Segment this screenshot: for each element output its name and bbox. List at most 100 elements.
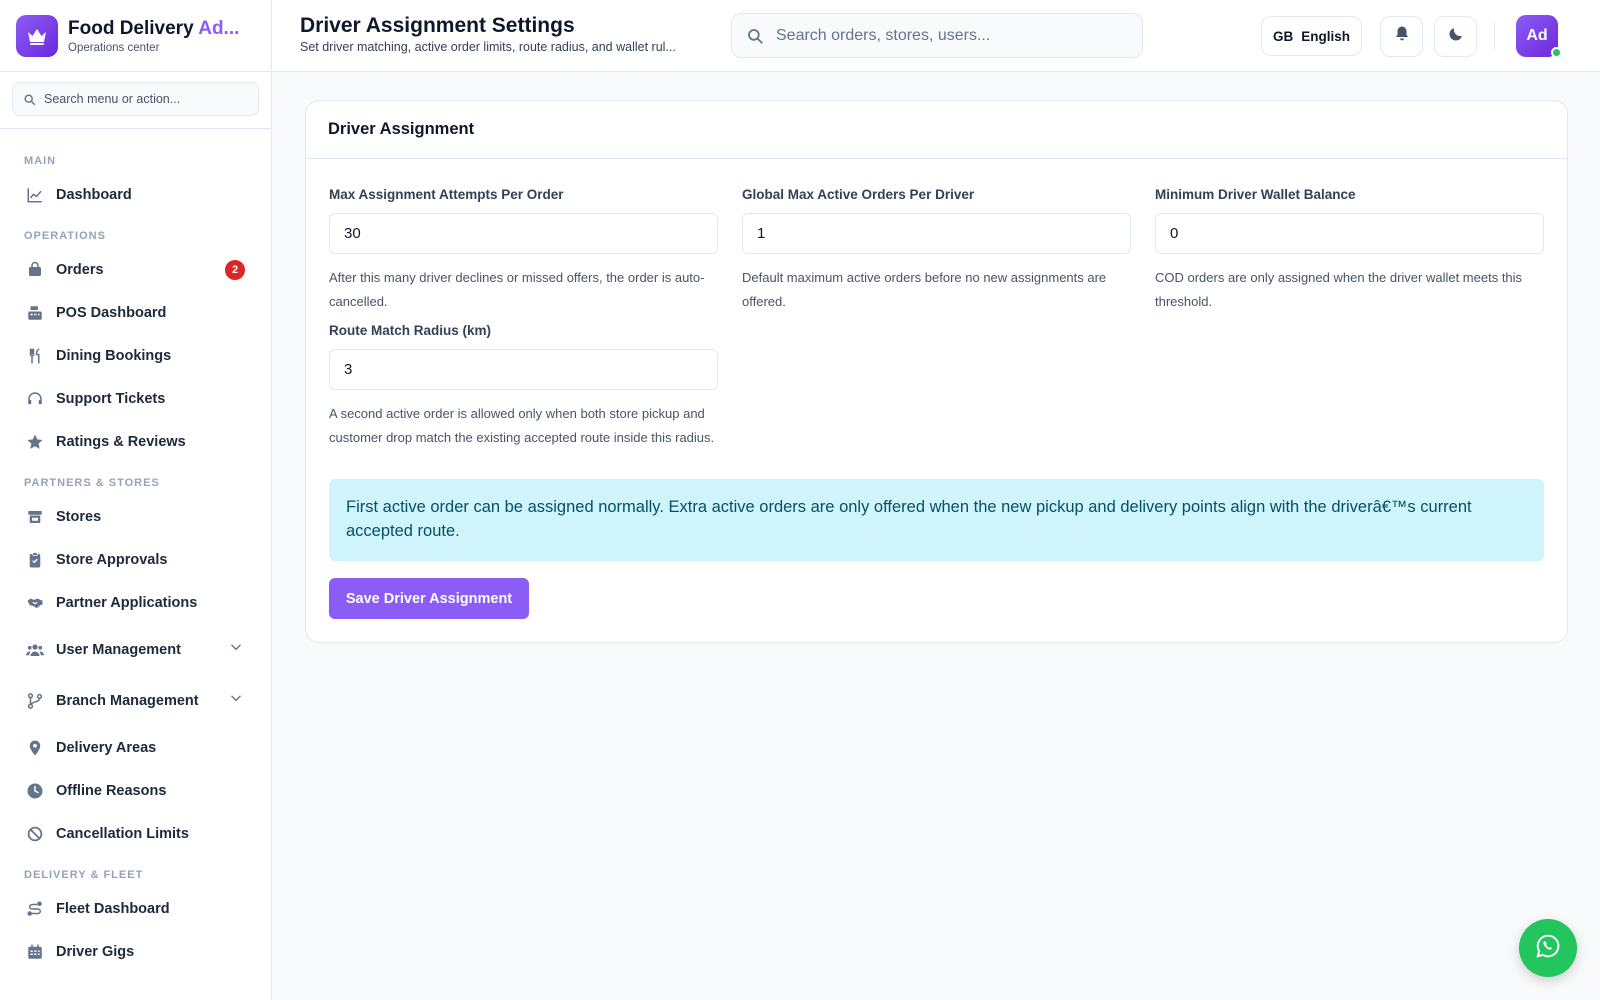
info-alert: First active order can be assigned norma… xyxy=(329,479,1544,561)
field-max-attempts: Max Assignment Attempts Per Order After … xyxy=(329,187,718,314)
card-title: Driver Assignment xyxy=(306,101,1567,159)
language-code: GB xyxy=(1272,28,1294,44)
brand[interactable]: Food Delivery Ad... Operations center xyxy=(0,0,271,72)
sidebar-item-label: Delivery Areas xyxy=(56,739,157,756)
top-header: Driver Assignment Settings Set driver ma… xyxy=(272,0,1600,72)
sidebar-item-delivery-areas[interactable]: Delivery Areas xyxy=(0,726,271,769)
moon-icon xyxy=(1447,25,1465,48)
language-selector[interactable]: GB English xyxy=(1261,16,1362,56)
chevron-down-icon xyxy=(229,691,243,710)
whatsapp-icon xyxy=(1535,933,1561,964)
crown-icon xyxy=(16,14,58,57)
sidebar-item-label: Branch Management xyxy=(56,692,199,709)
sidebar-item-label: Dashboard xyxy=(56,186,132,203)
sidebar-item-orders[interactable]: Orders 2 xyxy=(0,248,271,291)
sidebar-item-label: Support Tickets xyxy=(56,390,166,407)
brand-title: Food Delivery Ad... xyxy=(68,18,248,40)
sidebar-item-label: Dining Bookings xyxy=(56,347,172,364)
sidebar-item-label: User Management xyxy=(56,641,181,658)
field-route-radius: Route Match Radius (km) A second active … xyxy=(329,323,718,450)
field-label: Max Assignment Attempts Per Order xyxy=(329,187,564,202)
min-wallet-balance-input[interactable] xyxy=(1155,213,1544,254)
field-label: Route Match Radius (km) xyxy=(329,323,492,338)
section-label-main: MAIN xyxy=(24,155,57,167)
bell-icon xyxy=(1393,25,1411,48)
field-label: Global Max Active Orders Per Driver xyxy=(742,187,975,202)
sidebar-item-store-approvals[interactable]: Store Approvals xyxy=(0,538,271,581)
orders-count-badge: 2 xyxy=(225,259,245,280)
driver-assignment-card: Driver Assignment Max Assignment Attempt… xyxy=(305,100,1568,643)
field-help: COD orders are only assigned when the dr… xyxy=(1155,270,1523,309)
sidebar-item-user-management[interactable]: User Management xyxy=(0,624,271,675)
save-driver-assignment-button[interactable]: Save Driver Assignment xyxy=(329,578,529,619)
field-help: Default maximum active orders before no … xyxy=(742,270,1107,309)
sidebar-nav: MAIN Dashboard OPERATIONS Orders 2 POS D… xyxy=(0,129,271,973)
sidebar-item-driver-gigs[interactable]: Driver Gigs xyxy=(0,930,271,973)
sidebar-item-label: POS Dashboard xyxy=(56,304,167,321)
ban-icon xyxy=(26,825,44,843)
store-icon xyxy=(26,508,44,526)
search-icon xyxy=(24,93,36,105)
headset-icon xyxy=(26,390,44,408)
sidebar-item-label: Driver Gigs xyxy=(56,943,135,960)
sidebar-item-label: Fleet Dashboard xyxy=(56,900,170,917)
sidebar-item-partner-applications[interactable]: Partner Applications xyxy=(0,581,271,624)
users-icon xyxy=(26,641,44,659)
sidebar-item-label: Stores xyxy=(56,508,102,525)
sidebar-item-fleet-dashboard[interactable]: Fleet Dashboard xyxy=(0,887,271,930)
sidebar-item-label: Ratings & Reviews xyxy=(56,433,186,450)
max-attempts-input[interactable] xyxy=(329,213,718,254)
code-branch-icon xyxy=(26,692,44,710)
sidebar-item-label: Store Approvals xyxy=(56,551,168,568)
header-divider xyxy=(1494,22,1495,50)
field-help: A second active order is allowed only wh… xyxy=(329,406,715,445)
sidebar-item-stores[interactable]: Stores xyxy=(0,495,271,538)
max-active-orders-input[interactable] xyxy=(742,213,1131,254)
sidebar: Food Delivery Ad... Operations center MA… xyxy=(0,0,272,1000)
search-icon xyxy=(748,28,763,44)
page-title: Driver Assignment Settings xyxy=(300,14,575,37)
sidebar-item-offline-reasons[interactable]: Offline Reasons xyxy=(0,769,271,812)
field-help: After this many driver declines or misse… xyxy=(329,270,705,309)
language-label: English xyxy=(1301,28,1350,44)
route-radius-input[interactable] xyxy=(329,349,718,390)
brand-title-main: Food Delivery xyxy=(68,17,199,39)
sidebar-item-cancellation-limits[interactable]: Cancellation Limits xyxy=(0,812,271,855)
sidebar-item-ratings-reviews[interactable]: Ratings & Reviews xyxy=(0,420,271,463)
star-icon xyxy=(26,433,44,451)
sidebar-item-label: Offline Reasons xyxy=(56,782,167,799)
whatsapp-chat-button[interactable] xyxy=(1519,919,1577,977)
sidebar-item-label: Orders xyxy=(56,261,104,278)
calendar-icon xyxy=(26,943,44,961)
notifications-button[interactable] xyxy=(1380,16,1423,57)
sidebar-item-dining-bookings[interactable]: Dining Bookings xyxy=(0,334,271,377)
map-pin-icon xyxy=(26,739,44,757)
clock-icon xyxy=(26,782,44,800)
online-status-dot xyxy=(1551,47,1562,58)
sidebar-search xyxy=(12,82,259,116)
utensils-icon xyxy=(26,347,44,365)
chart-line-icon xyxy=(26,186,44,204)
clipboard-check-icon xyxy=(26,551,44,569)
sidebar-item-support-tickets[interactable]: Support Tickets xyxy=(0,377,271,420)
brand-title-accent: Ad... xyxy=(198,17,240,39)
global-search-input[interactable] xyxy=(776,26,1116,45)
brand-subtitle: Operations center xyxy=(68,41,160,54)
route-icon xyxy=(26,900,44,918)
field-label: Minimum Driver Wallet Balance xyxy=(1155,187,1356,202)
sidebar-item-label: Partner Applications xyxy=(56,594,198,611)
sidebar-item-branch-management[interactable]: Branch Management xyxy=(0,675,271,726)
chevron-down-icon xyxy=(229,640,243,659)
page-subtitle: Set driver matching, active order limits… xyxy=(300,40,676,54)
sidebar-item-label: Cancellation Limits xyxy=(56,825,189,842)
handshake-icon xyxy=(26,594,44,612)
section-label-partners: PARTNERS & STORES xyxy=(24,477,160,489)
sidebar-search-input[interactable] xyxy=(44,92,244,106)
section-label-operations: OPERATIONS xyxy=(24,230,106,242)
field-max-active-orders: Global Max Active Orders Per Driver Defa… xyxy=(742,187,1131,314)
theme-toggle-button[interactable] xyxy=(1434,16,1477,57)
sidebar-item-pos-dashboard[interactable]: POS Dashboard xyxy=(0,291,271,334)
bag-icon xyxy=(26,261,44,279)
cash-register-icon xyxy=(26,304,44,322)
sidebar-item-dashboard[interactable]: Dashboard xyxy=(0,173,271,216)
